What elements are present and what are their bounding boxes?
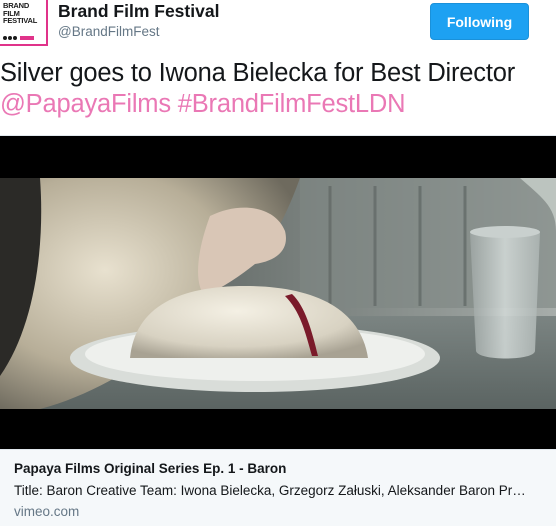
- card-details[interactable]: Papaya Films Original Series Ep. 1 - Bar…: [0, 449, 556, 526]
- card-title: Papaya Films Original Series Ep. 1 - Bar…: [14, 461, 287, 476]
- card-description: Title: Baron Creative Team: Iwona Bielec…: [14, 483, 526, 498]
- tweet-header: BRAND FILM FESTIVAL Brand Film Festival …: [0, 0, 556, 52]
- link-card[interactable]: Papaya Films Original Series Ep. 1 - Bar…: [0, 135, 556, 526]
- following-button[interactable]: Following: [430, 3, 529, 40]
- card-domain: vimeo.com: [14, 504, 80, 519]
- avatar[interactable]: BRAND FILM FESTIVAL: [0, 0, 48, 46]
- avatar-line-3: FESTIVAL: [3, 16, 38, 25]
- avatar-logo-text: BRAND FILM FESTIVAL: [3, 2, 43, 25]
- mention-link[interactable]: @PapayaFilms: [0, 90, 171, 118]
- tweet-text: Silver goes to Iwona Bielecka for Best D…: [0, 58, 556, 120]
- hashtag-link[interactable]: #BrandFilmFestLDN: [178, 90, 406, 118]
- avatar-dots-icon: [3, 36, 34, 40]
- video-frame-image: [0, 136, 556, 449]
- video-thumbnail[interactable]: [0, 136, 556, 449]
- account-handle[interactable]: @BrandFilmFest: [58, 23, 159, 41]
- tweet-body: Silver goes to Iwona Bielecka for Best D…: [0, 59, 515, 87]
- account-name[interactable]: Brand Film Festival: [58, 0, 219, 22]
